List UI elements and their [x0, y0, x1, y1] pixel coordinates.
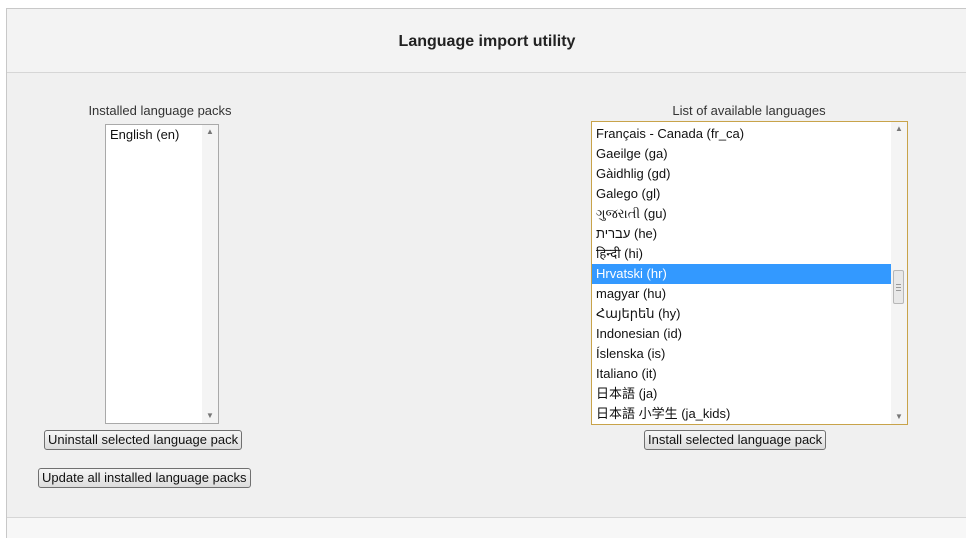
available-items: Français - Canada (fr_ca) Gaeilge (ga) Gài… [592, 122, 907, 424]
language-option[interactable]: Hrvatski (hr) [592, 264, 891, 284]
page-footer [7, 517, 966, 538]
scroll-thumb[interactable] [893, 270, 904, 304]
language-option[interactable]: Indonesian (id) [592, 324, 891, 344]
uninstall-button[interactable]: Uninstall selected language pack [44, 430, 243, 450]
available-list[interactable]: Français - Canada (fr_ca) Gaeilge (ga) Gài… [591, 121, 908, 425]
content-area: Installed language packs English (en) ▲ … [7, 73, 966, 517]
language-option[interactable]: 日本語 小学生 (ja_kids) [592, 404, 891, 424]
scroll-grip-icon [896, 290, 901, 291]
scroll-down-arrow-icon[interactable]: ▼ [891, 410, 907, 424]
installed-caption: Installed language packs [88, 103, 232, 118]
language-option[interactable]: Gàidhlig (gd) [592, 164, 891, 184]
scroll-grip-icon [896, 287, 901, 288]
language-import-panel: Language import utility Installed langua… [6, 8, 966, 538]
language-option[interactable]: Français - Canada (fr_ca) [592, 124, 891, 144]
language-option[interactable]: עברית (he) [592, 224, 891, 244]
language-option[interactable]: Íslenska (is) [592, 344, 891, 364]
language-option[interactable]: magyar (hu) [592, 284, 891, 304]
language-option[interactable]: Gaeilge (ga) [592, 144, 891, 164]
scroll-grip-icon [896, 284, 901, 285]
scroll-up-arrow-icon[interactable]: ▲ [891, 122, 907, 136]
install-button[interactable]: Install selected language pack [644, 430, 827, 450]
language-option[interactable]: Galego (gl) [592, 184, 891, 204]
update-all-button[interactable]: Update all installed language packs [38, 468, 251, 488]
language-option[interactable]: Italiano (it) [592, 364, 891, 384]
page-title: Language import utility [398, 33, 576, 50]
language-option[interactable]: 日本語 (ja) [592, 384, 891, 404]
installed-list[interactable]: English (en) ▲ ▼ [105, 124, 219, 424]
installed-list-scrollbar[interactable]: ▲ ▼ [202, 125, 218, 423]
page-header: Language import utility [7, 9, 966, 73]
language-option[interactable]: हिन्दी (hi) [592, 244, 891, 264]
scroll-down-arrow-icon[interactable]: ▼ [202, 409, 218, 423]
language-option[interactable]: Հայերեն (hy) [592, 304, 891, 324]
available-caption: List of available languages [672, 103, 826, 118]
scroll-up-arrow-icon[interactable]: ▲ [202, 125, 218, 139]
available-list-scrollbar[interactable]: ▲ ▼ [891, 122, 907, 424]
language-option[interactable]: ગુજરાતી (gu) [592, 204, 891, 224]
